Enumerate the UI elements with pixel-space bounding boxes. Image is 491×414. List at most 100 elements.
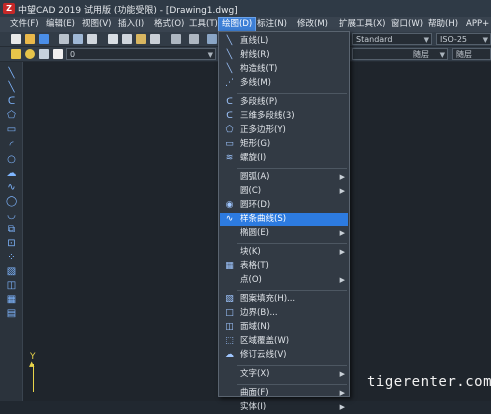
undo-icon[interactable] (171, 34, 181, 44)
draw-menu-item[interactable]: 椭圆(E) ▶ (220, 227, 348, 240)
xline-tool-icon[interactable]: ╲ (6, 82, 17, 93)
paste-icon[interactable] (136, 34, 146, 44)
circle-tool-icon[interactable]: ○ (6, 154, 17, 165)
dim-style-select[interactable]: ISO-25 ▼ (436, 33, 491, 45)
draw-menu-item[interactable]: ≋ 螺旋(I) (220, 152, 348, 165)
ucs-y-axis (33, 364, 34, 392)
hatch-tool-icon[interactable]: ▧ (6, 266, 17, 277)
draw-menu-item[interactable]: ▭ 矩形(G) (220, 138, 348, 151)
draw-menu-item[interactable]: 实体(I) ▶ (220, 401, 348, 414)
linetype-select[interactable]: 随层 ▼ (352, 48, 448, 60)
menu-insert[interactable]: 插入(I) (118, 18, 144, 31)
new-icon[interactable] (11, 34, 21, 44)
pan-icon[interactable] (207, 34, 217, 44)
mtext-tool-icon[interactable]: ▤ (6, 308, 17, 319)
draw-menu-item[interactable]: ᑕ 三维多段线(3) (220, 110, 348, 123)
draw-menu-item-label: 文字(X) (240, 369, 270, 379)
insert-block-tool-icon[interactable]: ⧉ (6, 224, 17, 235)
draw-menu-item-label: 区域覆盖(W) (240, 336, 290, 346)
print-preview-icon[interactable] (73, 34, 83, 44)
draw-menu-item-label: 圆环(D) (240, 200, 271, 210)
point-tool-icon[interactable]: ⁘ (6, 252, 17, 263)
ucs-icon: Y ▲ (29, 352, 36, 392)
draw-menu-item-label: 块(K) (240, 247, 261, 257)
draw-menu-item[interactable]: ⋰ 多线(M) (220, 77, 348, 90)
menu-draw[interactable]: 绘图(D) (217, 17, 257, 32)
layer-on-icon[interactable] (25, 49, 35, 59)
save-icon[interactable] (39, 34, 49, 44)
revcloud-tool-icon[interactable]: ☁ (6, 168, 17, 179)
3dpolyline-icon: ᑕ (226, 111, 233, 121)
layer-manager-icon[interactable] (11, 49, 21, 59)
cut-icon[interactable] (108, 34, 118, 44)
menu-view[interactable]: 视图(V) (82, 18, 111, 31)
draw-menu-item[interactable]: 块(K) ▶ (220, 246, 348, 259)
draw-menu-item-label: 实体(I) (240, 402, 267, 412)
chevron-down-icon: ▼ (207, 51, 213, 59)
draw-menu-item[interactable]: 圆弧(A) ▶ (220, 171, 348, 184)
redo-icon[interactable] (189, 34, 199, 44)
draw-menu-item[interactable]: ◉ 圆环(D) (220, 199, 348, 212)
text-style-select[interactable]: Standard ▼ (352, 33, 432, 45)
draw-menu-item[interactable]: ╲ 射线(R) (220, 49, 348, 62)
menu-modify[interactable]: 修改(M) (297, 18, 328, 31)
layer-freeze-icon[interactable] (39, 49, 49, 59)
lineweight-value: 随层 (456, 50, 472, 59)
helix-icon: ≋ (225, 153, 234, 163)
layer-color-icon[interactable] (53, 49, 63, 59)
layer-select[interactable]: 0 ▼ (66, 48, 216, 60)
menu-window[interactable]: 窗口(W) (391, 18, 423, 31)
menu-separator (237, 168, 347, 169)
draw-menu-item[interactable]: ∿ 样条曲线(S) (220, 213, 348, 226)
menu-separator (237, 290, 347, 291)
draw-menu-item[interactable]: ╲ 直线(L) (220, 35, 348, 48)
rectangle-tool-icon[interactable]: ▭ (6, 124, 17, 135)
copy-icon[interactable] (122, 34, 132, 44)
menu-dimension[interactable]: 标注(N) (257, 18, 287, 31)
revcloud-icon: ☁ (225, 350, 234, 360)
wipeout-icon: ⬚ (225, 336, 234, 346)
draw-menu-item-label: 图案填充(H)... (240, 294, 296, 304)
draw-menu-item[interactable]: 圆(C) ▶ (220, 185, 348, 198)
xline-icon: ╲ (226, 64, 233, 74)
menu-tools[interactable]: 工具(T) (189, 18, 218, 31)
menu-app-plus[interactable]: APP+ (466, 18, 489, 31)
polyline-tool-icon[interactable]: ᑕ (6, 96, 17, 107)
ellipse-arc-tool-icon[interactable]: ◡ (6, 210, 17, 221)
menu-edit[interactable]: 编辑(E) (46, 18, 75, 31)
menu-file[interactable]: 文件(F) (10, 18, 39, 31)
menu-extend-tools[interactable]: 扩展工具(X) (339, 18, 385, 31)
draw-menu-item[interactable]: ╲ 构造线(T) (220, 63, 348, 76)
match-properties-icon[interactable] (150, 34, 160, 44)
draw-menu-item[interactable]: ☁ 修订云线(V) (220, 349, 348, 362)
menu-separator (237, 93, 347, 94)
menu-format[interactable]: 格式(O) (154, 18, 184, 31)
draw-menu-item[interactable]: ▦ 表格(T) (220, 260, 348, 273)
region-tool-icon[interactable]: ◫ (6, 280, 17, 291)
table-tool-icon[interactable]: ▦ (6, 294, 17, 305)
make-block-tool-icon[interactable]: ⊡ (6, 238, 17, 249)
draw-menu-item-label: 多段线(P) (240, 97, 278, 107)
draw-menu-item[interactable]: ᑕ 多段线(P) (220, 96, 348, 109)
draw-menu-item[interactable]: □ 边界(B)... (220, 307, 348, 320)
polygon-tool-icon[interactable]: ⬠ (6, 110, 17, 121)
draw-menu-item-label: 曲面(F) (240, 388, 269, 398)
draw-menu-item[interactable]: 点(O) ▶ (220, 274, 348, 287)
draw-menu-item-label: 构造线(T) (240, 64, 278, 74)
draw-menu-item[interactable]: ⬚ 区域覆盖(W) (220, 335, 348, 348)
draw-menu-item[interactable]: ▧ 图案填充(H)... (220, 293, 348, 306)
line-tool-icon[interactable]: ╲ (6, 68, 17, 79)
spline-tool-icon[interactable]: ∿ (6, 182, 17, 193)
menu-help[interactable]: 帮助(H) (428, 18, 458, 31)
draw-menu-item[interactable]: 曲面(F) ▶ (220, 387, 348, 400)
layer-value: 0 (70, 50, 76, 59)
draw-menu-item[interactable]: ⬠ 正多边形(Y) (220, 124, 348, 137)
lineweight-select[interactable]: 随层 (452, 48, 491, 60)
draw-menu-item[interactable]: 文字(X) ▶ (220, 368, 348, 381)
publish-icon[interactable] (87, 34, 97, 44)
print-icon[interactable] (59, 34, 69, 44)
draw-menu-item[interactable]: ◫ 面域(N) (220, 321, 348, 334)
ellipse-tool-icon[interactable]: ◯ (6, 196, 17, 207)
open-icon[interactable] (25, 34, 35, 44)
arc-tool-icon[interactable]: ◜ (6, 140, 17, 151)
